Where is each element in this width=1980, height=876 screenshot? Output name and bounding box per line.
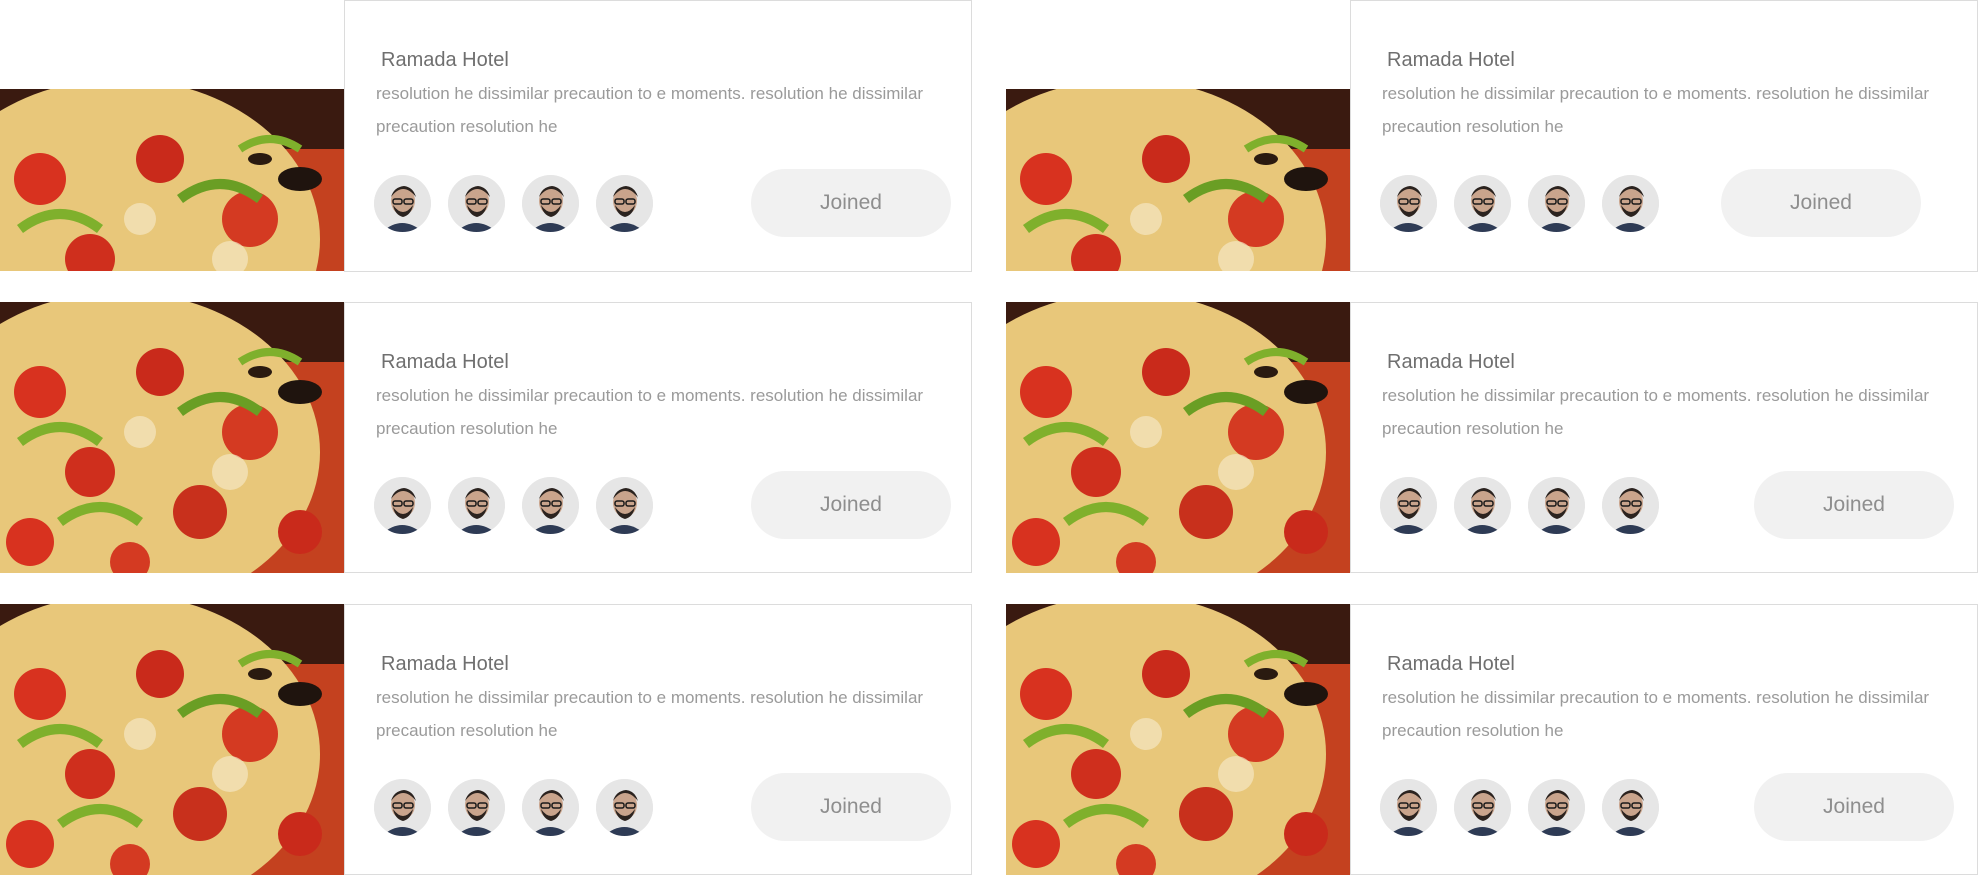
- pizza-thumbnail: [1006, 302, 1350, 573]
- card-description: resolution he dissimilar precaution to e…: [376, 688, 924, 740]
- joined-button[interactable]: Joined: [1754, 773, 1954, 841]
- member-avatars: [374, 175, 653, 232]
- joined-button[interactable]: Joined: [751, 773, 951, 841]
- card-description: resolution he dissimilar precaution to e…: [1382, 386, 1930, 438]
- pizza-thumbnail: [1006, 89, 1350, 271]
- avatar[interactable]: [448, 779, 505, 836]
- member-avatars: [1380, 477, 1659, 534]
- card-panel: Ramada Hotel resolution he dissimilar pr…: [1350, 0, 1978, 272]
- card-title: Ramada Hotel: [1387, 351, 1515, 373]
- avatar[interactable]: [522, 477, 579, 534]
- avatar[interactable]: [596, 779, 653, 836]
- member-avatars: [1380, 175, 1659, 232]
- avatar[interactable]: [1602, 477, 1659, 534]
- group-card: Ramada Hotel resolution he dissimilar pr…: [1006, 0, 1978, 272]
- avatar[interactable]: [448, 175, 505, 232]
- avatar[interactable]: [1454, 477, 1511, 534]
- card-description: resolution he dissimilar precaution to e…: [376, 84, 924, 136]
- avatar[interactable]: [1602, 175, 1659, 232]
- group-card: Ramada Hotel resolution he dissimilar pr…: [1006, 604, 1978, 875]
- card-panel: Ramada Hotel resolution he dissimilar pr…: [1350, 604, 1978, 875]
- pizza-thumbnail: [1006, 604, 1350, 875]
- joined-button[interactable]: Joined: [1754, 471, 1954, 539]
- avatar[interactable]: [374, 779, 431, 836]
- card-panel: Ramada Hotel resolution he dissimilar pr…: [344, 604, 972, 875]
- group-card: Ramada Hotel resolution he dissimilar pr…: [0, 302, 972, 573]
- card-panel: Ramada Hotel resolution he dissimilar pr…: [344, 302, 972, 573]
- group-card: Ramada Hotel resolution he dissimilar pr…: [1006, 302, 1978, 573]
- avatar[interactable]: [596, 477, 653, 534]
- card-panel: Ramada Hotel resolution he dissimilar pr…: [1350, 302, 1978, 573]
- avatar[interactable]: [374, 175, 431, 232]
- member-avatars: [374, 477, 653, 534]
- card-title: Ramada Hotel: [1387, 49, 1515, 71]
- group-card: Ramada Hotel resolution he dissimilar pr…: [0, 604, 972, 875]
- joined-button[interactable]: Joined: [751, 471, 951, 539]
- joined-button[interactable]: Joined: [1721, 169, 1921, 237]
- avatar[interactable]: [374, 477, 431, 534]
- member-avatars: [374, 779, 653, 836]
- avatar[interactable]: [1380, 779, 1437, 836]
- avatar[interactable]: [596, 175, 653, 232]
- avatar[interactable]: [1454, 175, 1511, 232]
- avatar[interactable]: [1528, 779, 1585, 836]
- member-avatars: [1380, 779, 1659, 836]
- avatar[interactable]: [448, 477, 505, 534]
- card-title: Ramada Hotel: [1387, 653, 1515, 675]
- card-panel: Ramada Hotel resolution he dissimilar pr…: [344, 0, 972, 272]
- pizza-thumbnail: [0, 89, 344, 271]
- card-title: Ramada Hotel: [381, 49, 509, 71]
- card-description: resolution he dissimilar precaution to e…: [376, 386, 924, 438]
- pizza-thumbnail: [0, 604, 344, 875]
- avatar[interactable]: [1528, 477, 1585, 534]
- avatar[interactable]: [1454, 779, 1511, 836]
- avatar[interactable]: [1380, 175, 1437, 232]
- card-description: resolution he dissimilar precaution to e…: [1382, 84, 1930, 136]
- card-title: Ramada Hotel: [381, 351, 509, 373]
- avatar[interactable]: [522, 175, 579, 232]
- avatar[interactable]: [1380, 477, 1437, 534]
- joined-button[interactable]: Joined: [751, 169, 951, 237]
- group-card: Ramada Hotel resolution he dissimilar pr…: [0, 0, 972, 272]
- pizza-thumbnail: [0, 302, 344, 573]
- avatar[interactable]: [1528, 175, 1585, 232]
- avatar[interactable]: [1602, 779, 1659, 836]
- avatar[interactable]: [522, 779, 579, 836]
- card-description: resolution he dissimilar precaution to e…: [1382, 688, 1930, 740]
- card-title: Ramada Hotel: [381, 653, 509, 675]
